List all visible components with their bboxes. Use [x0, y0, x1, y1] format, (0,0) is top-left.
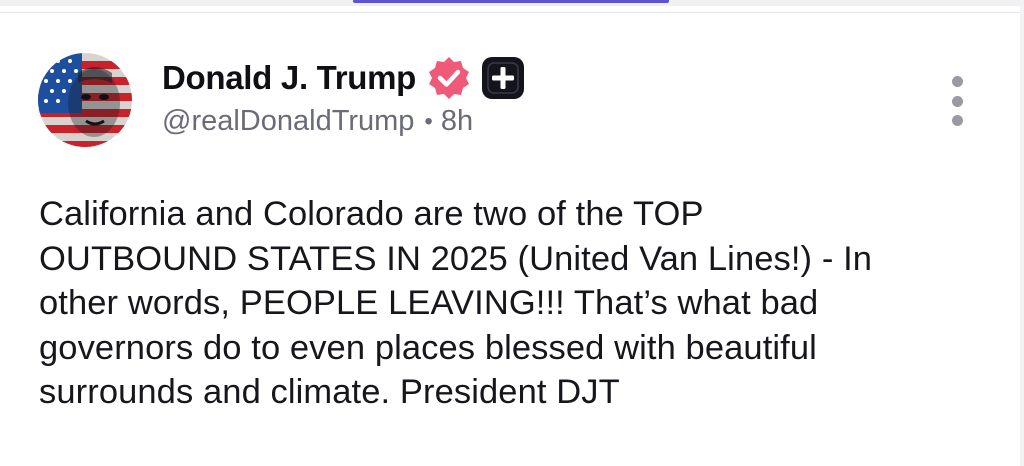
- timestamp[interactable]: 8h: [441, 105, 473, 138]
- name-row: Donald J. Trump: [162, 56, 526, 100]
- tab-indicator: [353, 0, 669, 3]
- avatar[interactable]: [38, 53, 132, 147]
- display-name[interactable]: Donald J. Trump: [162, 59, 416, 97]
- divider: [0, 12, 1024, 13]
- post-text-line: other words, PEOPLE LEAVING!!! That’s wh…: [39, 284, 819, 322]
- meta-separator: •: [424, 107, 433, 135]
- more-vertical-icon-dot: [951, 115, 963, 126]
- post-body: California and Colorado are two of the T…: [39, 192, 999, 415]
- handle[interactable]: @realDonaldTrump: [162, 105, 414, 138]
- verified-badge-icon: [426, 55, 472, 101]
- post-text-line: governors do to even places blessed with…: [39, 328, 817, 367]
- meta-row: @realDonaldTrump • 8h: [162, 105, 526, 138]
- post-header: Donald J. Trump @realDonaldTrump • 8h: [162, 56, 526, 138]
- scroll-edge: [1020, 0, 1024, 466]
- plus-badge-icon: [480, 55, 526, 101]
- more-vertical-icon: [951, 76, 963, 87]
- post-page: Donald J. Trump @realDonaldTrump • 8h Ca…: [0, 0, 1024, 466]
- post-text-line: California and Colorado are two of the T…: [39, 195, 704, 233]
- flag-portrait-avatar-icon: [38, 53, 132, 147]
- post-text-line: OUTBOUND STATES IN 2025 (United Van Line…: [39, 239, 873, 278]
- post-text-line: surrounds and climate. President DJT: [39, 373, 620, 411]
- more-vertical-icon-dot: [951, 95, 963, 107]
- more-options-button[interactable]: [942, 76, 972, 126]
